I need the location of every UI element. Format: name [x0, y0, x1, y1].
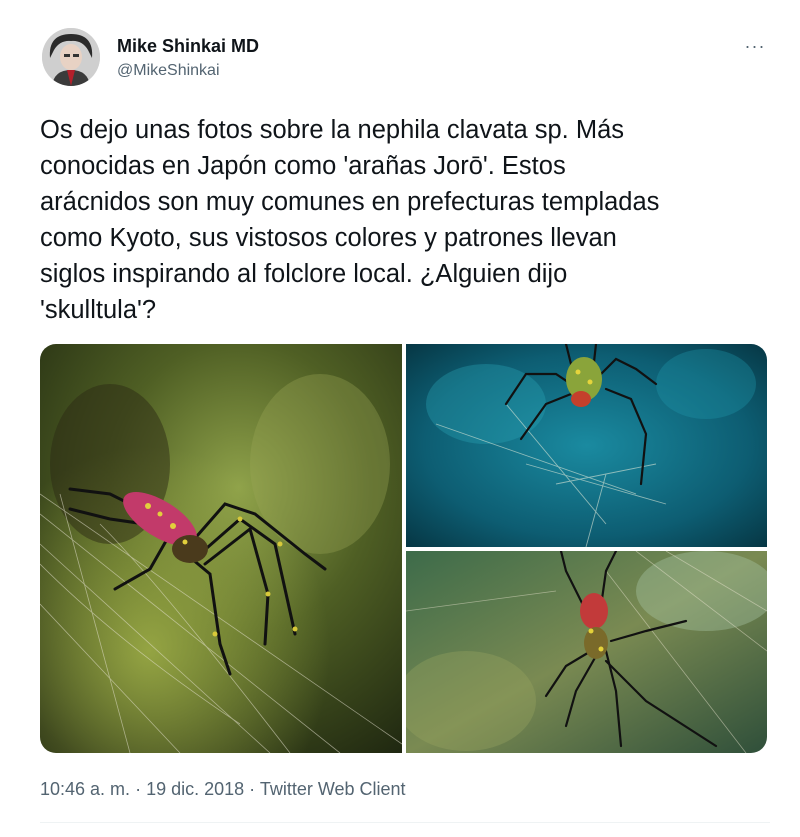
- meta-separator: ·: [244, 779, 260, 799]
- tweet-card: Mike Shinkai MD @MikeShinkai ··· Os dejo…: [20, 0, 790, 837]
- more-horizontal-icon: ···: [744, 36, 766, 56]
- photo-spider-teal-top-right[interactable]: [406, 344, 767, 547]
- more-options-button[interactable]: ···: [742, 36, 768, 56]
- media-grid: [40, 344, 767, 753]
- tweet-date[interactable]: 19 dic. 2018: [146, 779, 244, 799]
- photo-spider-web-left[interactable]: [40, 344, 402, 753]
- tweet-client[interactable]: Twitter Web Client: [260, 779, 406, 799]
- tweet-time[interactable]: 10:46 a. m.: [40, 779, 130, 799]
- photo-spider-bottom-right[interactable]: [406, 551, 767, 753]
- tweet-metadata: 10:46 a. m. · 19 dic. 2018 · Twitter Web…: [40, 779, 406, 800]
- meta-separator: ·: [130, 779, 147, 799]
- tweet-text: Os dejo unas fotos sobre la nephila clav…: [40, 116, 660, 324]
- avatar[interactable]: [42, 28, 100, 86]
- user-handle[interactable]: @MikeShinkai: [117, 62, 220, 80]
- divider: [40, 822, 770, 823]
- display-name[interactable]: Mike Shinkai MD: [117, 36, 259, 57]
